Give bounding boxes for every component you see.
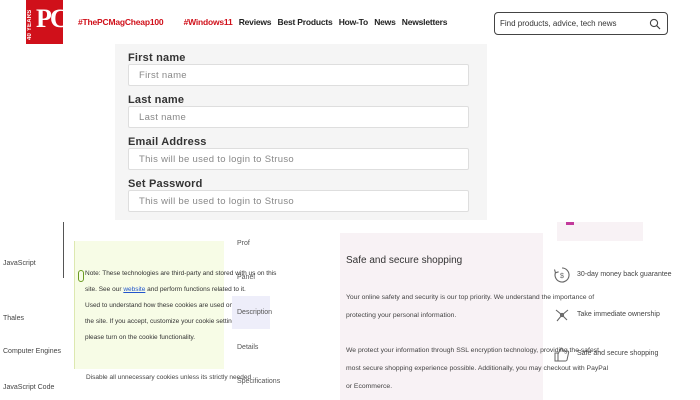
tab-description[interactable]: Description: [237, 309, 272, 316]
nav-tag-windows11[interactable]: #Windows11: [184, 17, 233, 27]
cookie-notice: Note: These technologies are third-party…: [74, 241, 276, 369]
notice-footnote: Disable all unnecessary cookies unless i…: [86, 374, 252, 381]
last-name-field[interactable]: Last name: [128, 106, 469, 128]
safe-paragraph-line: or Ecommerce.: [346, 383, 393, 390]
first-name-field[interactable]: First name: [128, 64, 469, 86]
sidebar-item[interactable]: Thales: [3, 315, 24, 322]
feature-label: 30-day money back guarantee: [577, 271, 672, 278]
info-icon: [78, 270, 84, 282]
nav-tag-cheap100[interactable]: #ThePCMagCheap100: [78, 17, 164, 27]
first-name-placeholder: First name: [139, 70, 187, 81]
nav-news[interactable]: News: [374, 17, 396, 27]
notice-line: site. See our website and perform functi…: [85, 286, 246, 293]
safe-shopping-heading: Safe and secure shopping: [346, 255, 463, 266]
search-placeholder: Find products, advice, tech news: [500, 19, 617, 28]
tab-details[interactable]: Details: [237, 344, 258, 351]
right-panel-top: [557, 222, 643, 241]
password-label: Set Password: [128, 178, 203, 190]
notice-line: the site. If you accept, customize your …: [85, 318, 241, 325]
notice-line: Used to understand how these cookies are…: [85, 302, 234, 309]
thumbs-up-icon: [554, 347, 570, 362]
last-name-placeholder: Last name: [139, 112, 187, 123]
logo-pc-text: PC: [36, 4, 69, 33]
safe-paragraph-line: protecting your personal information.: [346, 312, 457, 319]
sidebar-item[interactable]: JavaScript: [3, 260, 36, 267]
email-placeholder: This will be used to login to Struso: [139, 154, 294, 165]
safe-paragraph-line: most secure shopping experience possible…: [346, 365, 609, 372]
tab-panel[interactable]: Panel: [237, 274, 255, 281]
nav-how-to[interactable]: How-To: [339, 17, 369, 27]
notice-link[interactable]: website: [123, 286, 145, 293]
sidebar-item[interactable]: JavaScript Code: [3, 384, 54, 391]
first-name-label: First name: [128, 52, 186, 64]
svg-text:$: $: [560, 273, 564, 280]
nav-newsletters[interactable]: Newsletters: [402, 17, 448, 27]
notice-line: please turn on the cookie functionality.: [85, 334, 196, 341]
feature-money-back: $ 30-day money back guarantee: [553, 266, 693, 286]
feature-secure: Safe and secure shopping: [553, 345, 693, 365]
feature-label: Safe and secure shopping: [577, 350, 659, 357]
search-input[interactable]: Find products, advice, tech news: [494, 12, 668, 35]
feature-ownership: Take immediate ownership: [553, 306, 693, 326]
notice-line-start: site. See our: [85, 286, 124, 293]
feature-label: Take immediate ownership: [577, 311, 660, 318]
ownership-icon: [555, 309, 569, 322]
safe-paragraph-line: Your online safety and security is our t…: [346, 294, 595, 301]
logo-years-text: 40 YEARS: [27, 9, 33, 40]
email-label: Email Address: [128, 136, 207, 148]
site-header: 40 YEARS PC #ThePCMagCheap100 #Windows11…: [0, 0, 700, 48]
last-name-label: Last name: [128, 94, 185, 106]
search-icon[interactable]: [649, 18, 661, 30]
sidebar-item[interactable]: Computer Engines: [3, 348, 61, 355]
main-nav: #ThePCMagCheap100 #Windows11 Reviews Bes…: [78, 17, 451, 27]
pcmag-logo[interactable]: 40 YEARS PC: [26, 0, 69, 44]
left-sidebar: JavaScript Thales Computer Engines JavaS…: [0, 222, 64, 400]
signup-form: First name First name Last name Last nam…: [115, 44, 487, 220]
notice-line-end: and perform functions related to it.: [145, 286, 246, 293]
sidebar-divider: [63, 222, 64, 278]
password-field[interactable]: This will be used to login to Struso: [128, 190, 469, 212]
product-tab-menu: Prof Panel Description Details Specifica…: [232, 230, 280, 400]
accent-mark: [566, 222, 574, 225]
tab-prof[interactable]: Prof: [237, 240, 250, 247]
password-placeholder: This will be used to login to Struso: [139, 196, 294, 207]
nav-reviews[interactable]: Reviews: [239, 17, 272, 27]
tab-specifications[interactable]: Specifications: [237, 378, 280, 385]
money-back-icon: $: [553, 267, 570, 283]
safe-shopping-panel: Safe and secure shopping Your online saf…: [340, 233, 608, 400]
nav-best-products[interactable]: Best Products: [278, 17, 333, 27]
email-field[interactable]: This will be used to login to Struso: [128, 148, 469, 170]
